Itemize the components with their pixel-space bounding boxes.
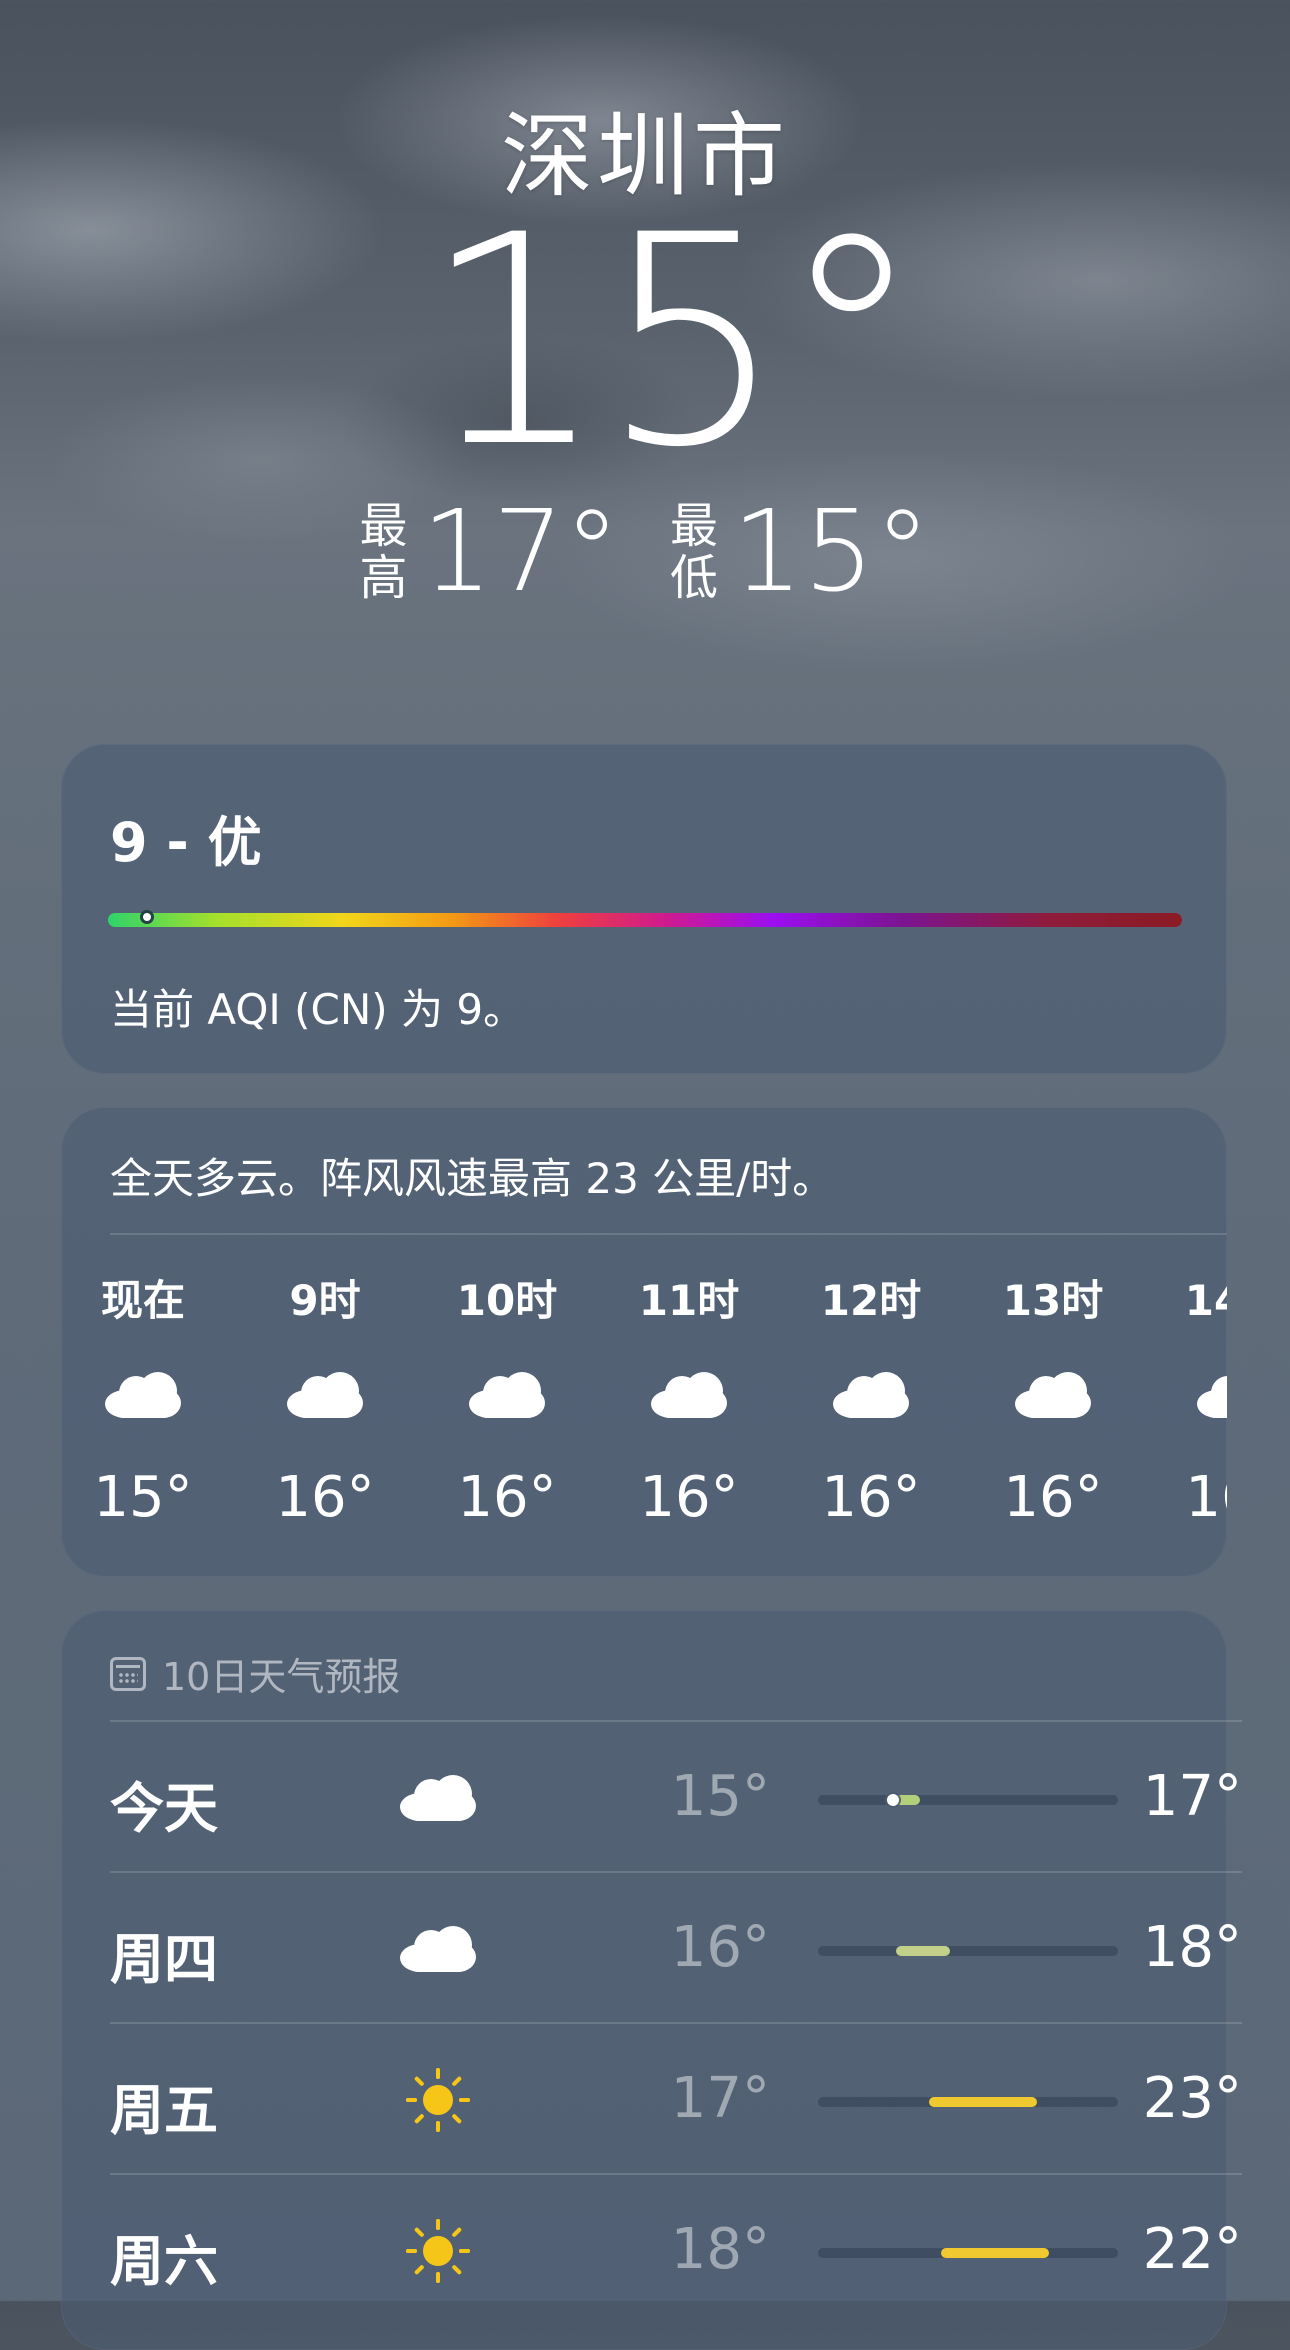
forecast-low: 17° [670,2066,770,2131]
forecast-low: 16° [670,1915,770,1980]
hour-label: 现在 [100,1276,185,1325]
forecast-day: 周四 [110,1928,218,1991]
forecast-row[interactable]: 今天 15° 17° [110,1720,1242,1872]
hour-temp: 16° [457,1465,557,1530]
forecast-icon-wrap [392,1909,484,1989]
forecast-low: 15° [670,1764,770,1829]
forecast-low: 18° [670,2217,770,2282]
hour-temp: 16° [275,1465,375,1530]
high-temp-group: 最高 17° [359,496,620,608]
hourly-forecast-card[interactable]: 全天多云。阵风风速最高 23 公里/时。 现在 15° 9时 16° 10时 16° 11时… [61,1107,1227,1577]
hour-label: 11时 [638,1276,740,1325]
current-temp-dot [887,1794,899,1806]
hour-icon-wrap [983,1355,1123,1435]
air-quality-card[interactable]: 9 - 优 当前 AQI (CN) 为 9。 [61,744,1227,1074]
aqi-indicator-dot [140,910,154,924]
hour-temp: 16° [1003,1465,1103,1530]
calendar-icon [110,1656,146,1691]
low-temp-value: 15° [732,487,931,617]
cloud-icon [469,1372,545,1418]
hour-icon-wrap [437,1355,577,1435]
hourly-scroll-list[interactable]: 现在 15° 9时 16° 10时 16° 11时 16° 12时 16° 13时 16° 14时 16° [61,1267,1227,1567]
ten-day-forecast-card[interactable]: 10日天气预报 今天 15° 17° 周四 16° 18° 周五 17° 23° 周六 18° 22° [61,1610,1242,2350]
hour-temp: 15° [93,1465,193,1530]
forecast-high: 23° [1142,2066,1242,2131]
forecast-row[interactable]: 周六 18° 22° [110,2173,1242,2325]
cloud-icon [400,1926,476,1972]
hour-icon-wrap [73,1355,213,1435]
hour-icon-wrap [1165,1355,1227,1435]
forecast-day: 周六 [110,2230,218,2293]
forecast-high: 22° [1142,2217,1242,2282]
temperature-range-fill [941,2248,1049,2258]
hour-label: 10时 [456,1276,558,1325]
temperature-range-fill [929,2097,1037,2107]
hour-label: 13时 [1002,1276,1104,1325]
forecast-icon-wrap [392,1758,484,1838]
low-temp-group: 最低 15° [670,496,931,608]
hour-temp: 16° [639,1465,739,1530]
hourly-item: 14时 16° [1165,1267,1227,1530]
forecast-title: 10日天气预报 [162,1655,401,1699]
temperature-range-track [818,2097,1118,2107]
hour-icon-wrap [619,1355,759,1435]
cloud-icon [1015,1372,1091,1418]
temperature-range-track [818,1946,1118,1956]
cloud-icon [287,1372,363,1418]
hour-icon-wrap [801,1355,941,1435]
aqi-description: 当前 AQI (CN) 为 9。 [110,985,526,1034]
forecast-day: 周五 [110,2079,218,2142]
hourly-item: 9时 16° [255,1267,395,1530]
forecast-header: 10日天气预报 [110,1646,400,1701]
forecast-icon-wrap [392,2211,484,2291]
current-temperature: 15° [421,174,924,511]
forecast-row[interactable]: 周五 17° 23° [110,2022,1242,2174]
aqi-title: 9 - 优 [110,811,262,874]
hourly-item: 12时 16° [801,1267,941,1530]
cloud-icon [400,1775,476,1821]
high-temp-value: 17° [421,487,620,617]
cloud-icon [1197,1372,1227,1418]
hour-temp: 16° [1185,1465,1227,1530]
hourly-summary: 全天多云。阵风风速最高 23 公里/时。 [110,1154,835,1203]
sun-icon [406,2219,470,2283]
forecast-day: 今天 [110,1777,218,1840]
temperature-range-fill [896,1946,950,1956]
high-label: 最高 [359,498,408,606]
temperature-range-track [818,2248,1118,2258]
forecast-row[interactable]: 周四 16° 18° [110,1871,1242,2023]
temperature-range-track [818,1794,1118,1806]
low-label: 最低 [670,498,719,606]
hour-icon-wrap [255,1355,395,1435]
hour-label: 12时 [820,1276,922,1325]
hourly-item: 13时 16° [983,1267,1123,1530]
divider [110,1233,1227,1235]
hourly-item: 10时 16° [437,1267,577,1530]
cloud-icon [105,1372,181,1418]
hourly-item: 现在 15° [73,1267,213,1530]
forecast-icon-wrap [392,2060,484,2140]
high-low-temperatures: 最高 17° 最低 15° [0,496,1290,608]
sun-icon [406,2068,470,2132]
hour-label: 9时 [289,1276,361,1325]
cloud-icon [651,1372,727,1418]
cloud-icon [833,1372,909,1418]
hour-temp: 16° [821,1465,921,1530]
hourly-item: 11时 16° [619,1267,759,1530]
forecast-high: 17° [1142,1764,1242,1829]
forecast-high: 18° [1142,1915,1242,1980]
aqi-scale-bar [108,913,1182,927]
hour-label: 14时 [1184,1276,1227,1325]
